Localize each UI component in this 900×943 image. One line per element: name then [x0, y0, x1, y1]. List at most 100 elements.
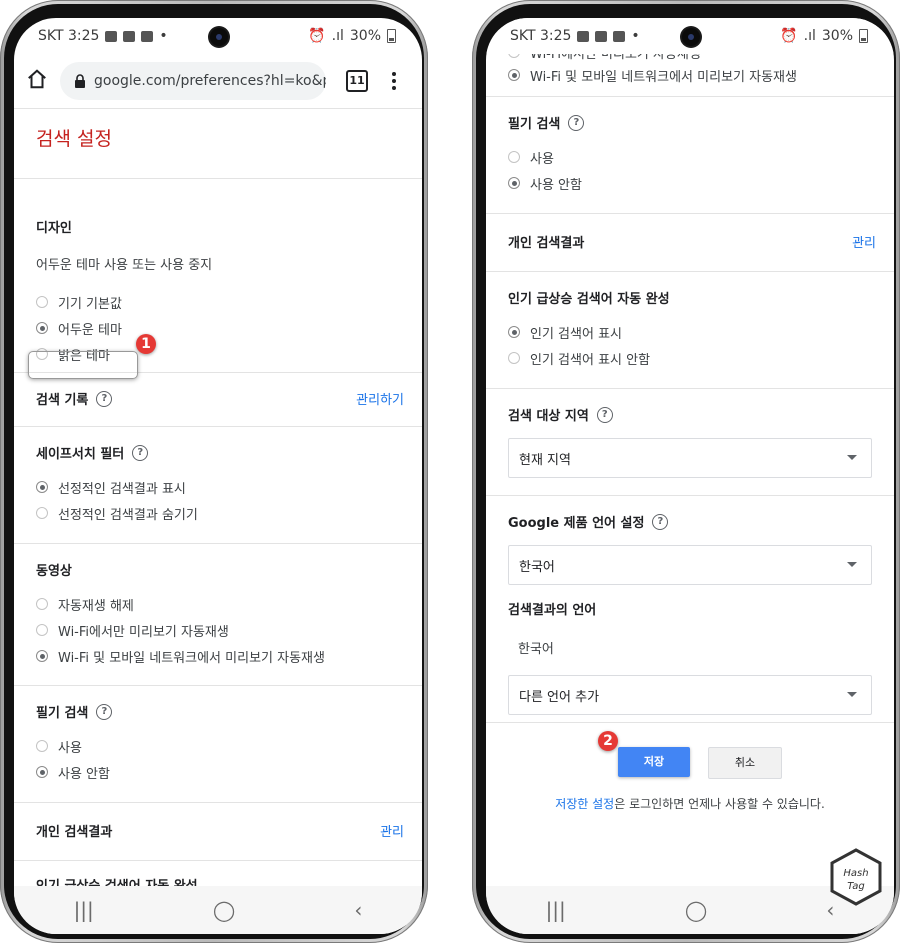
radio-hide-trending[interactable]: 인기 검색어 표시 안함 [508, 345, 872, 371]
back-icon[interactable]: ‹ [354, 898, 362, 922]
radio-selected-icon[interactable] [36, 481, 48, 493]
radio-selected-icon[interactable] [36, 322, 48, 334]
battery-level: 30% [821, 28, 853, 44]
radio-autoplay-all[interactable]: Wi-Fi 및 모바일 네트워크에서 미리보기 자동재생 [36, 643, 400, 669]
radio-autoplay-all[interactable]: Wi-Fi 및 모바일 네트워크에서 미리보기 자동재생 [508, 62, 872, 88]
safesearch-section: 세이프서치 필터? 선정적인 검색결과 표시 선정적인 검색결과 숨기기 [14, 427, 422, 544]
address-bar[interactable]: google.com/preferences?hl=ko&prev=h [60, 62, 326, 100]
language-section: Google 제품 언어 설정? 한국어 검색결과의 언어 한국어 다른 언어 … [486, 496, 894, 723]
radio-selected-icon[interactable] [36, 766, 48, 778]
right-screen: SKT 3:25 • ⏰ .ıl 30% Wi-Fi에서만 미리보기 자동재생 … [486, 18, 894, 934]
video-section: 동영상 자동재생 해제 Wi-Fi에서만 미리보기 자동재생 Wi-Fi 및 모… [14, 544, 422, 686]
radio-selected-icon[interactable] [508, 177, 520, 189]
tab-switcher-icon[interactable]: 11 [346, 70, 368, 92]
radio-show-explicit[interactable]: 선정적인 검색결과 표시 [36, 474, 400, 500]
home-icon[interactable] [26, 68, 48, 90]
settings-page-scrolled: Wi-Fi에서만 미리보기 자동재생 Wi-Fi 및 모바일 네트워크에서 미리… [486, 46, 894, 843]
results-language-title: 검색결과의 언어 [508, 603, 597, 618]
phone-bezel: SKT 3:25 • ⏰ .ıl 30% Wi-Fi에서만 미리보기 자동재생 … [476, 4, 896, 939]
radio-show-trending[interactable]: 인기 검색어 표시 [508, 319, 872, 345]
radio-autoplay-wifi[interactable]: Wi-Fi에서만 미리보기 자동재생 [36, 617, 400, 643]
radio-handwriting-on[interactable]: 사용 [36, 733, 400, 759]
product-language-select[interactable]: 한국어 [508, 545, 872, 585]
radio-icon[interactable] [36, 740, 48, 752]
radio-handwriting-off[interactable]: 사용 안함 [508, 170, 872, 196]
handwriting-section: 필기 검색? 사용 사용 안함 [486, 97, 894, 214]
manage-personal-link[interactable]: 관리 [852, 232, 876, 251]
dropdown-caret-icon [847, 562, 857, 567]
radio-icon[interactable] [36, 507, 48, 519]
handwriting-section: 필기 검색? 사용 사용 안함 [14, 686, 422, 803]
url-text: google.com/preferences?hl=ko&prev=h [94, 73, 326, 89]
radio-icon[interactable] [36, 598, 48, 610]
battery-level: 30% [349, 28, 381, 44]
radio-autoplay-off[interactable]: 자동재생 해제 [36, 591, 400, 617]
help-icon[interactable]: ? [596, 406, 613, 423]
settings-page: 검색 설정 디자인 어두운 테마 사용 또는 사용 중지 기기 기본값 어두운 … [14, 109, 422, 921]
save-button[interactable]: 저장 [618, 747, 690, 777]
section-title: 필기 검색 [36, 706, 89, 721]
dot-icon: • [159, 28, 168, 44]
manage-history-link[interactable]: 관리하기 [356, 389, 404, 408]
region-select[interactable]: 현재 지역 [508, 438, 872, 478]
region-section: 검색 대상 지역? 현재 지역 [486, 389, 894, 496]
recent-apps-icon[interactable]: ||| [74, 898, 94, 922]
radio-icon[interactable] [36, 624, 48, 636]
carrier-time: SKT 3:25 [38, 28, 100, 44]
alarm-icon: ⏰ [308, 28, 326, 44]
cancel-button[interactable]: 취소 [708, 747, 782, 779]
recent-apps-icon[interactable]: ||| [546, 898, 566, 922]
saved-settings-note: 저장한 설정은 로그인하면 언제나 사용할 수 있습니다. [555, 797, 825, 811]
help-icon[interactable]: ? [652, 513, 669, 530]
logo-text-2: Tag [847, 881, 865, 892]
help-icon[interactable]: ? [96, 703, 113, 720]
radio-selected-icon[interactable] [508, 69, 520, 81]
battery-icon [387, 29, 396, 43]
section-title: 필기 검색 [508, 117, 561, 132]
radio-dark-theme[interactable]: 어두운 테마 [36, 315, 400, 341]
manage-personal-link[interactable]: 관리 [380, 821, 404, 840]
section-title: 개인 검색결과 [36, 825, 113, 840]
radio-device-default[interactable]: 기기 기본값 [36, 289, 400, 315]
radio-hide-explicit[interactable]: 선정적인 검색결과 숨기기 [36, 500, 400, 526]
radio-icon[interactable] [508, 151, 520, 163]
left-screen: SKT 3:25 • ⏰ .ıl 30% google.com/preferen… [14, 18, 422, 934]
section-title: 검색 대상 지역 [508, 409, 589, 424]
home-nav-icon[interactable]: ◯ [213, 898, 235, 922]
saved-settings-link[interactable]: 저장한 설정 [555, 797, 614, 811]
section-title: 동영상 [36, 564, 72, 579]
radio-icon[interactable] [508, 352, 520, 364]
section-description: 어두운 테마 사용 또는 사용 중지 [36, 258, 213, 273]
radio-icon[interactable] [36, 296, 48, 308]
add-language-select[interactable]: 다른 언어 추가 [508, 675, 872, 715]
home-nav-icon[interactable]: ◯ [685, 898, 707, 922]
radio-selected-icon[interactable] [36, 650, 48, 662]
design-section: 디자인 어두운 테마 사용 또는 사용 중지 기기 기본값 어두운 테마 밝은 … [14, 179, 422, 379]
section-title: 세이프서치 필터 [36, 447, 125, 462]
mail-icon [613, 30, 626, 42]
section-title: 검색 기록 [36, 393, 89, 408]
section-title: 디자인 [36, 221, 72, 236]
help-icon[interactable]: ? [132, 444, 149, 461]
trending-section: 인기 급상승 검색어 자동 완성 인기 검색어 표시 인기 검색어 표시 안함 [486, 272, 894, 389]
section-title: 인기 급상승 검색어 자동 완성 [508, 292, 670, 307]
section-title: 개인 검색결과 [508, 236, 585, 251]
radio-selected-icon[interactable] [508, 326, 520, 338]
more-menu-icon[interactable] [392, 72, 396, 90]
radio-handwriting-on[interactable]: 사용 [508, 144, 872, 170]
gallery-icon [577, 30, 590, 42]
left-phone-frame: SKT 3:25 • ⏰ .ıl 30% google.com/preferen… [0, 0, 428, 943]
browser-toolbar: google.com/preferences?hl=ko&prev=h 11 [14, 54, 422, 109]
page-title: 검색 설정 [14, 109, 422, 179]
alarm-icon: ⏰ [780, 28, 798, 44]
action-area: 저장 취소 2 저장한 설정은 로그인하면 언제나 사용할 수 있습니다. [486, 723, 894, 843]
help-icon[interactable]: ? [96, 390, 113, 407]
logo-text-1: Hash [843, 868, 868, 879]
results-language-current: 한국어 [518, 642, 554, 657]
hashtag-logo: Hash Tag [830, 848, 882, 906]
radio-handwriting-off[interactable]: 사용 안함 [36, 759, 400, 785]
gallery-icon [105, 30, 118, 42]
front-camera-icon [682, 28, 700, 46]
dropdown-caret-icon [847, 455, 857, 460]
help-icon[interactable]: ? [568, 114, 585, 131]
